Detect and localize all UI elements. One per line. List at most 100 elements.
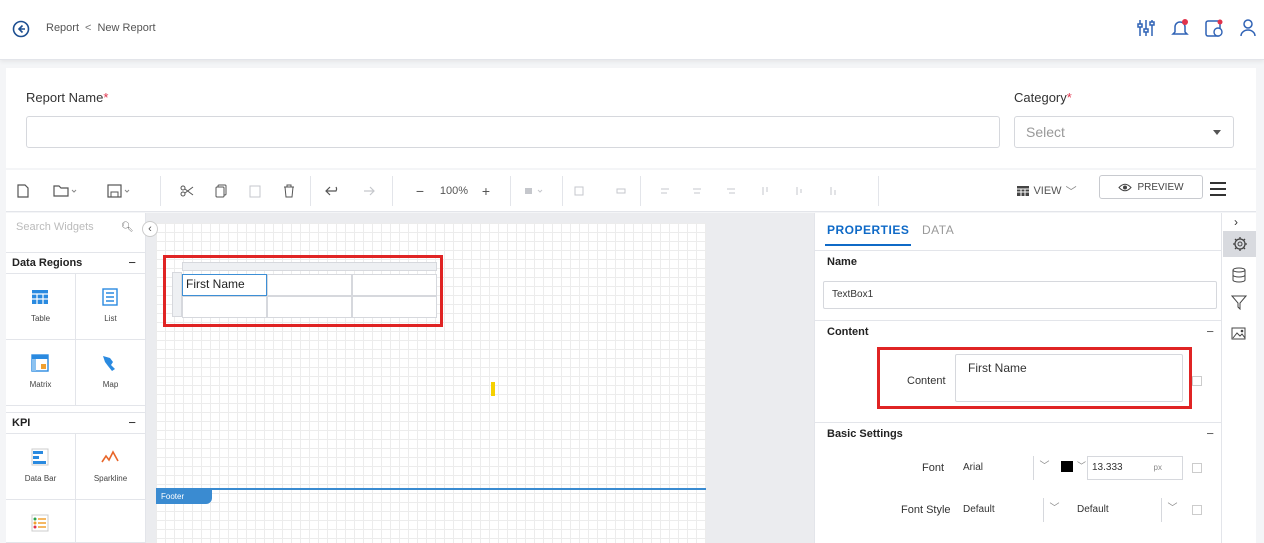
collapse-group-icon[interactable]: −	[128, 255, 136, 270]
copy-icon[interactable]	[208, 170, 234, 212]
name-input[interactable]: TextBox1	[823, 281, 1217, 309]
table-cell[interactable]	[182, 296, 267, 318]
split-cells-icon[interactable]	[612, 170, 630, 212]
widget-matrix[interactable]: Matrix	[6, 340, 76, 406]
color-swatch	[1061, 461, 1073, 472]
back-icon[interactable]	[12, 20, 30, 38]
data-bar-icon	[31, 448, 49, 466]
font-weight-value: Default	[1077, 504, 1109, 515]
table-column-header[interactable]	[182, 262, 437, 271]
search-icon[interactable]: 🔍︎	[121, 222, 134, 233]
section-content[interactable]: Content −	[815, 320, 1222, 342]
content-input[interactable]: First Name	[955, 354, 1183, 402]
widget-indicator[interactable]	[6, 500, 76, 543]
settings-sliders-icon[interactable]	[1136, 17, 1156, 39]
list-icon	[102, 288, 118, 306]
category-select[interactable]: Select	[1014, 116, 1234, 148]
zoom-out-button[interactable]: −	[410, 170, 430, 212]
gear-icon[interactable]	[1223, 231, 1256, 257]
tab-data[interactable]: DATA	[922, 223, 954, 237]
tab-properties[interactable]: PROPERTIES	[827, 223, 909, 237]
redo-icon[interactable]	[354, 170, 380, 212]
search-widgets-input[interactable]: Search Widgets	[16, 221, 94, 233]
preview-label: PREVIEW	[1137, 181, 1184, 193]
group-kpi[interactable]: KPI −	[6, 412, 146, 434]
collapse-group-icon[interactable]: −	[128, 415, 136, 430]
save-icon[interactable]	[100, 170, 138, 212]
font-weight-select[interactable]: Default ﹀	[1071, 498, 1183, 522]
widget-sidebar: Search Widgets 🔍︎ Data Regions − Table L…	[6, 213, 146, 543]
expand-panel-icon[interactable]: ›	[1234, 215, 1238, 229]
align-right-icon[interactable]	[722, 170, 740, 212]
font-family-select[interactable]: Arial ﹀	[957, 456, 1055, 480]
widget-list[interactable]: List	[76, 274, 146, 340]
fill-color-icon[interactable]	[518, 170, 552, 212]
footer-label[interactable]: Footer	[156, 489, 212, 504]
table-cell[interactable]	[267, 274, 352, 296]
font-checkbox[interactable]	[1192, 463, 1202, 473]
chevron-down-icon: ﹀	[1077, 461, 1087, 471]
caret-down-icon	[1213, 130, 1221, 135]
section-basic-settings[interactable]: Basic Settings −	[815, 422, 1222, 444]
group-data-regions[interactable]: Data Regions −	[6, 252, 146, 274]
toolbar-separator	[878, 176, 879, 206]
properties-panel: PROPERTIES DATA Name TextBox1 Content − …	[814, 213, 1222, 543]
database-icon[interactable]	[1231, 267, 1247, 283]
delete-icon[interactable]	[276, 170, 302, 212]
top-bar: Report < New Report	[0, 0, 1264, 60]
zoom-level: 100%	[439, 185, 469, 197]
widget-sparkline[interactable]: Sparkline	[76, 434, 146, 500]
zoom-in-button[interactable]: +	[476, 170, 496, 212]
widget-data-bar[interactable]: Data Bar	[6, 434, 76, 500]
align-top-icon[interactable]	[756, 170, 774, 212]
view-dropdown[interactable]: VIEW ﹀	[1012, 170, 1082, 212]
toolbar-separator	[562, 176, 563, 206]
collapse-section-icon[interactable]: −	[1206, 324, 1214, 339]
font-style-value: Default	[963, 504, 995, 515]
image-settings-icon[interactable]	[1231, 326, 1247, 342]
preview-button[interactable]: PREVIEW	[1099, 175, 1203, 199]
font-unit: px	[1153, 463, 1162, 472]
merge-cells-icon[interactable]	[570, 170, 588, 212]
chevron-down-icon: ﹀	[1033, 456, 1055, 480]
eye-icon	[1118, 183, 1133, 191]
chevron-down-icon: ﹀	[1065, 186, 1077, 198]
widget-table[interactable]: Table	[6, 274, 76, 340]
filter-icon[interactable]	[1231, 294, 1247, 310]
align-center-icon[interactable]	[688, 170, 706, 212]
notification-bell-icon[interactable]	[1170, 17, 1190, 39]
new-file-icon[interactable]	[10, 170, 36, 212]
collapse-section-icon[interactable]: −	[1206, 426, 1214, 441]
report-name-input[interactable]	[26, 116, 1000, 148]
widget-map[interactable]: Map	[76, 340, 146, 406]
table-row-header[interactable]	[172, 272, 182, 317]
table-widget[interactable]: First Name	[172, 262, 437, 318]
table-cell[interactable]	[267, 296, 352, 318]
user-icon[interactable]	[1238, 17, 1258, 39]
group-title: Data Regions	[12, 257, 83, 269]
cut-icon[interactable]	[174, 170, 200, 212]
top-icons	[1136, 17, 1258, 39]
view-label: VIEW	[1033, 185, 1062, 197]
breadcrumb-separator: <	[85, 22, 92, 34]
collapse-sidebar-icon[interactable]: ‹	[142, 221, 158, 237]
font-style-checkbox[interactable]	[1192, 505, 1202, 515]
calendar-icon[interactable]	[1204, 17, 1224, 39]
report-form: Report Name* Category* Select	[6, 68, 1256, 168]
breadcrumb-report-link[interactable]: Report	[46, 22, 79, 34]
indicator-icon	[31, 514, 49, 532]
table-cell[interactable]	[352, 274, 437, 296]
font-size-input[interactable]: 13.333 px	[1087, 456, 1183, 480]
table-cell[interactable]	[352, 296, 437, 318]
font-style-select[interactable]: Default ﹀	[957, 498, 1065, 522]
required-mark: *	[1066, 90, 1072, 105]
menu-icon[interactable]	[1210, 182, 1226, 196]
align-bottom-icon[interactable]	[824, 170, 842, 212]
content-checkbox[interactable]	[1192, 376, 1202, 386]
align-middle-icon[interactable]	[790, 170, 808, 212]
align-left-icon[interactable]	[656, 170, 674, 212]
open-folder-icon[interactable]	[46, 170, 84, 212]
paste-icon[interactable]	[242, 170, 268, 212]
table-cell-first-name[interactable]: First Name	[182, 274, 267, 296]
undo-icon[interactable]	[320, 170, 346, 212]
